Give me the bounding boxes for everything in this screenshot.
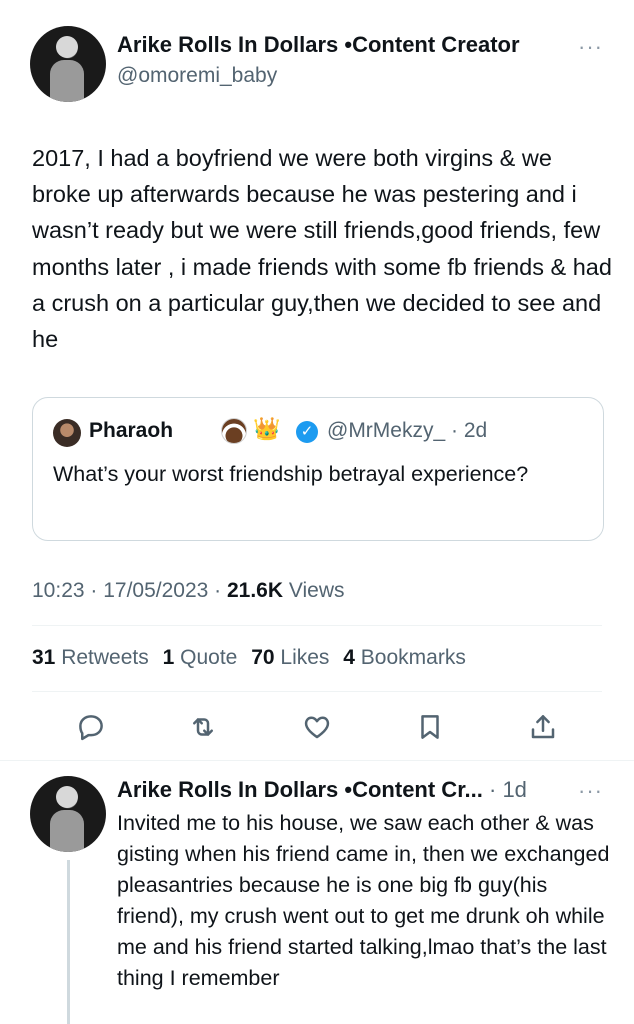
quotes-label: Quote [180,646,238,669]
bookmarks-label: Bookmarks [360,646,466,669]
reply-text: Invited me to his house, we saw each oth… [117,811,610,990]
share-button[interactable] [528,712,558,742]
more-options-icon[interactable]: ··· [578,36,603,58]
retweets-count: 31 [32,646,56,669]
quoted-author-handle: @MrMekzy_ · 2d [327,419,488,442]
likes-stat[interactable]: 70 Likes [251,646,337,669]
engagement-stats: 31 Retweets 1 Quote 70 Likes 4 Bookmarks [32,646,474,670]
bookmark-button[interactable] [415,712,445,742]
views-label: Views [283,579,345,602]
reply-author-name-text: Arike Rolls In Dollars •Content Cr... [117,777,483,802]
crown-emoji-icon: 👑 [253,416,281,441]
quotes-count: 1 [162,646,175,669]
like-button[interactable] [302,712,332,742]
reply-icon [79,715,103,741]
reply-time[interactable]: · 1d [483,777,527,802]
quoted-author-name: Pharaoh [89,419,174,442]
reply-author-name[interactable]: Arike Rolls In Dollars •Content Cr... · … [117,777,527,803]
quoted-tweet[interactable]: Pharaoh 👑 ✓ @MrMekzy_ · 2d What’s your w… [32,397,604,541]
divider [0,760,634,761]
share-icon [531,715,555,739]
retweet-button[interactable] [188,712,218,742]
bookmarks-count: 4 [343,646,355,669]
retweets-label: Retweets [61,646,149,669]
bookmarks-stat[interactable]: 4 Bookmarks [343,646,474,669]
like-icon [304,716,330,739]
retweets-stat[interactable]: 31 Retweets [32,646,157,669]
reply-more-options-icon[interactable]: ··· [578,780,603,802]
likes-count: 70 [251,646,275,669]
divider [32,691,602,692]
author-name[interactable]: Arike Rolls In Dollars •Content Creator [117,32,520,58]
bookmark-icon [421,715,439,739]
quotes-stat[interactable]: 1 Quote [163,646,246,669]
thread-line [67,860,70,1024]
reply-button[interactable] [76,712,106,742]
verified-badge-icon: ✓ [296,421,318,443]
author-avatar[interactable] [30,26,106,102]
quoted-author-avatar [53,419,81,447]
tweet-text: 2017, I had a boyfriend we were both vir… [32,145,612,353]
likes-label: Likes [280,646,330,669]
timestamp[interactable]: 10:23 · 17/05/2023 · [32,579,227,602]
views-count: 21.6K [226,579,284,602]
tweet-meta: 10:23 · 17/05/2023 · 21.6K Views [32,579,345,603]
reply-author-avatar[interactable] [30,776,106,852]
retweet-icon [193,718,213,736]
quoted-tweet-text: What’s your worst friendship betrayal ex… [53,462,529,486]
author-handle[interactable]: @omoremi_baby [117,64,277,88]
pharaoh-emoji-icon [221,418,247,444]
divider [32,625,602,626]
